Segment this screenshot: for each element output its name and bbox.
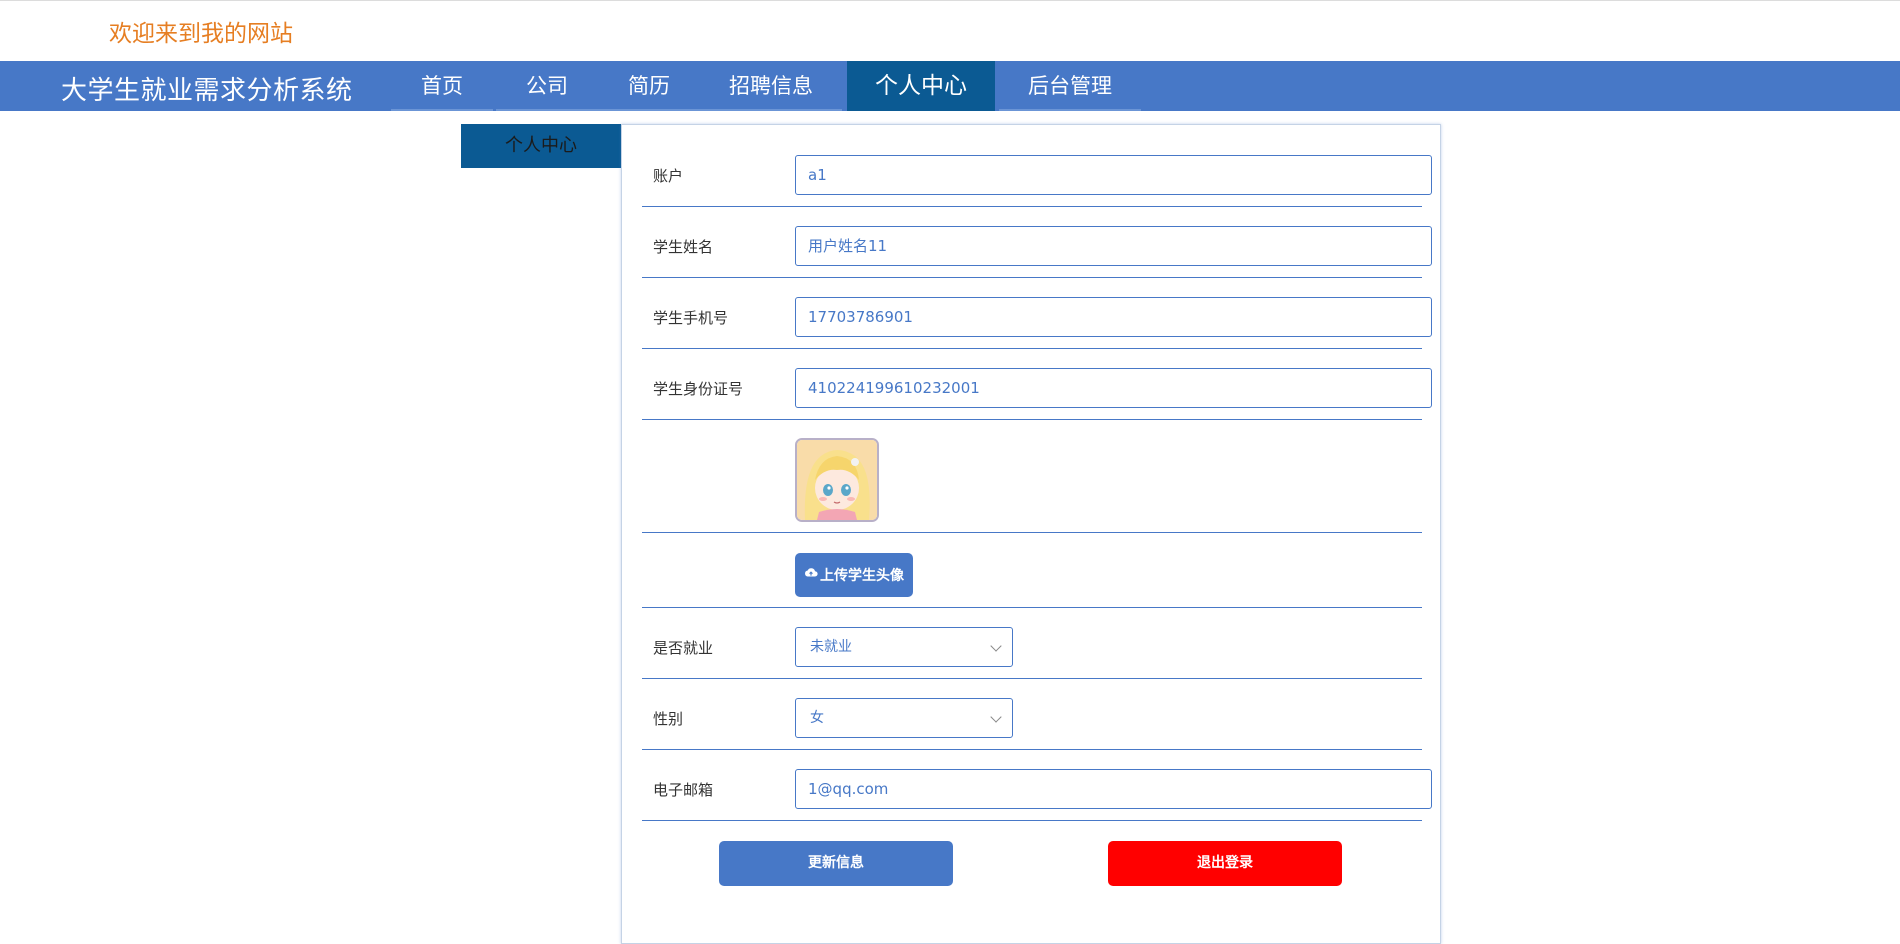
sidebar-tab-personal-center[interactable]: 个人中心: [461, 124, 621, 168]
gender-label: 性别: [653, 710, 684, 728]
upload-avatar-label: 上传学生头像: [820, 568, 904, 584]
gender-select[interactable]: 女: [795, 698, 1013, 738]
form-row-gender: 性别 女: [642, 679, 1422, 750]
profile-form-panel: 账户 a1 学生姓名 用户姓名11 学生手机号 17703786901 学生身份…: [621, 124, 1441, 944]
account-input[interactable]: a1: [795, 155, 1432, 195]
avatar-image: [795, 438, 879, 522]
logout-button[interactable]: 退出登录: [1108, 841, 1342, 886]
name-label: 学生姓名: [653, 238, 714, 256]
welcome-text: 欢迎来到我的网站: [109, 21, 293, 47]
form-row-email: 电子邮箱 1@qq.com: [642, 750, 1432, 821]
chevron-down-icon: [990, 640, 1002, 652]
phone-label: 学生手机号: [653, 309, 729, 327]
account-label: 账户: [653, 167, 684, 185]
gender-value: 女: [810, 710, 824, 726]
nav-item-home[interactable]: 首页: [391, 61, 493, 111]
update-info-button[interactable]: 更新信息: [719, 841, 953, 886]
nav-item-personal-center[interactable]: 个人中心: [847, 61, 995, 111]
cloud-upload-icon: [804, 566, 818, 584]
top-border: [0, 0, 1900, 1]
form-row-name: 学生姓名 用户姓名11: [642, 207, 1432, 278]
form-row-id-card: 学生身份证号 410224199610232001: [642, 349, 1432, 420]
form-row-upload: 上传学生头像: [642, 533, 1422, 608]
form-row-employed: 是否就业 未就业: [642, 608, 1422, 679]
chevron-down-icon: [990, 711, 1002, 723]
site-brand[interactable]: 大学生就业需求分析系统: [61, 70, 353, 107]
top-navbar: 大学生就业需求分析系统 首页 公司 简历 招聘信息 个人中心 后台管理: [0, 61, 1900, 111]
employed-label: 是否就业: [653, 639, 714, 657]
form-row-account: 账户 a1: [642, 125, 1432, 207]
employed-select[interactable]: 未就业: [795, 627, 1013, 667]
email-input[interactable]: 1@qq.com: [795, 769, 1432, 809]
nav-item-admin[interactable]: 后台管理: [999, 61, 1141, 111]
nav-item-jobs[interactable]: 招聘信息: [700, 61, 842, 111]
nav-item-resume[interactable]: 简历: [598, 61, 700, 111]
id-card-input[interactable]: 410224199610232001: [795, 368, 1432, 408]
form-row-avatar: [642, 420, 1422, 533]
name-input[interactable]: 用户姓名11: [795, 226, 1432, 266]
id-card-label: 学生身份证号: [653, 380, 744, 398]
upload-avatar-button[interactable]: 上传学生头像: [795, 553, 913, 597]
form-row-phone: 学生手机号 17703786901: [642, 278, 1432, 349]
nav-item-company[interactable]: 公司: [496, 61, 598, 111]
email-label: 电子邮箱: [653, 781, 714, 799]
phone-input[interactable]: 17703786901: [795, 297, 1432, 337]
employed-value: 未就业: [810, 639, 852, 655]
